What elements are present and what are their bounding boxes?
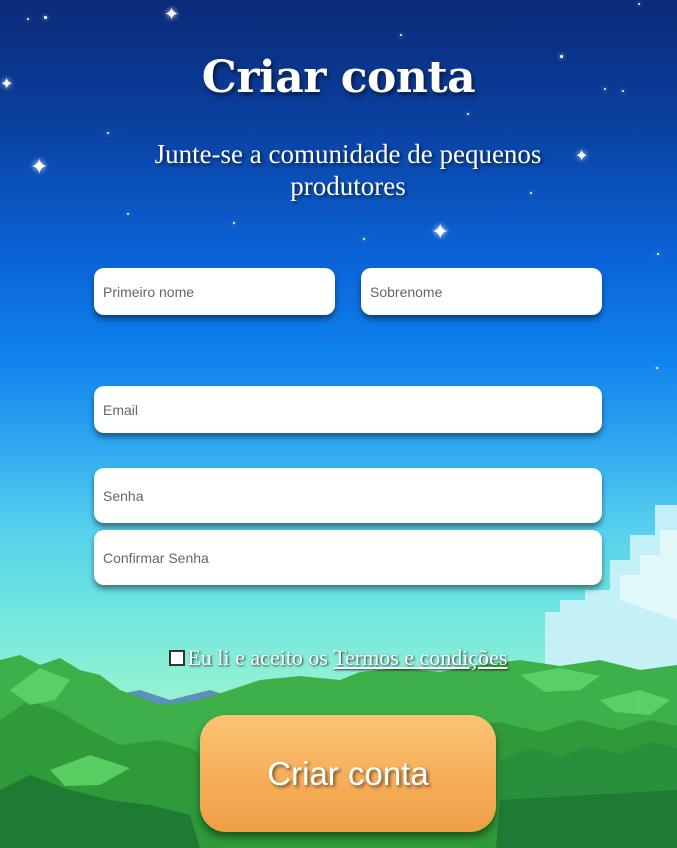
password-input[interactable] — [94, 468, 602, 523]
first-name-input[interactable] — [94, 268, 335, 315]
create-account-button[interactable]: Criar conta — [200, 715, 496, 832]
hills-front — [0, 775, 200, 848]
terms-checkbox[interactable] — [169, 650, 186, 666]
last-name-input[interactable] — [361, 268, 602, 315]
terms-text: Eu li e aceito os — [187, 645, 334, 670]
terms-link[interactable]: Termos e condições — [333, 645, 507, 670]
page-subtitle: Junte-se a comunidade de pequenos produt… — [154, 139, 542, 201]
page-title: Criar conta — [201, 52, 476, 103]
terms-row: Eu li e aceito os Termos e condições — [0, 645, 677, 671]
confirm-password-input[interactable] — [94, 530, 602, 585]
email-input[interactable] — [94, 386, 602, 433]
